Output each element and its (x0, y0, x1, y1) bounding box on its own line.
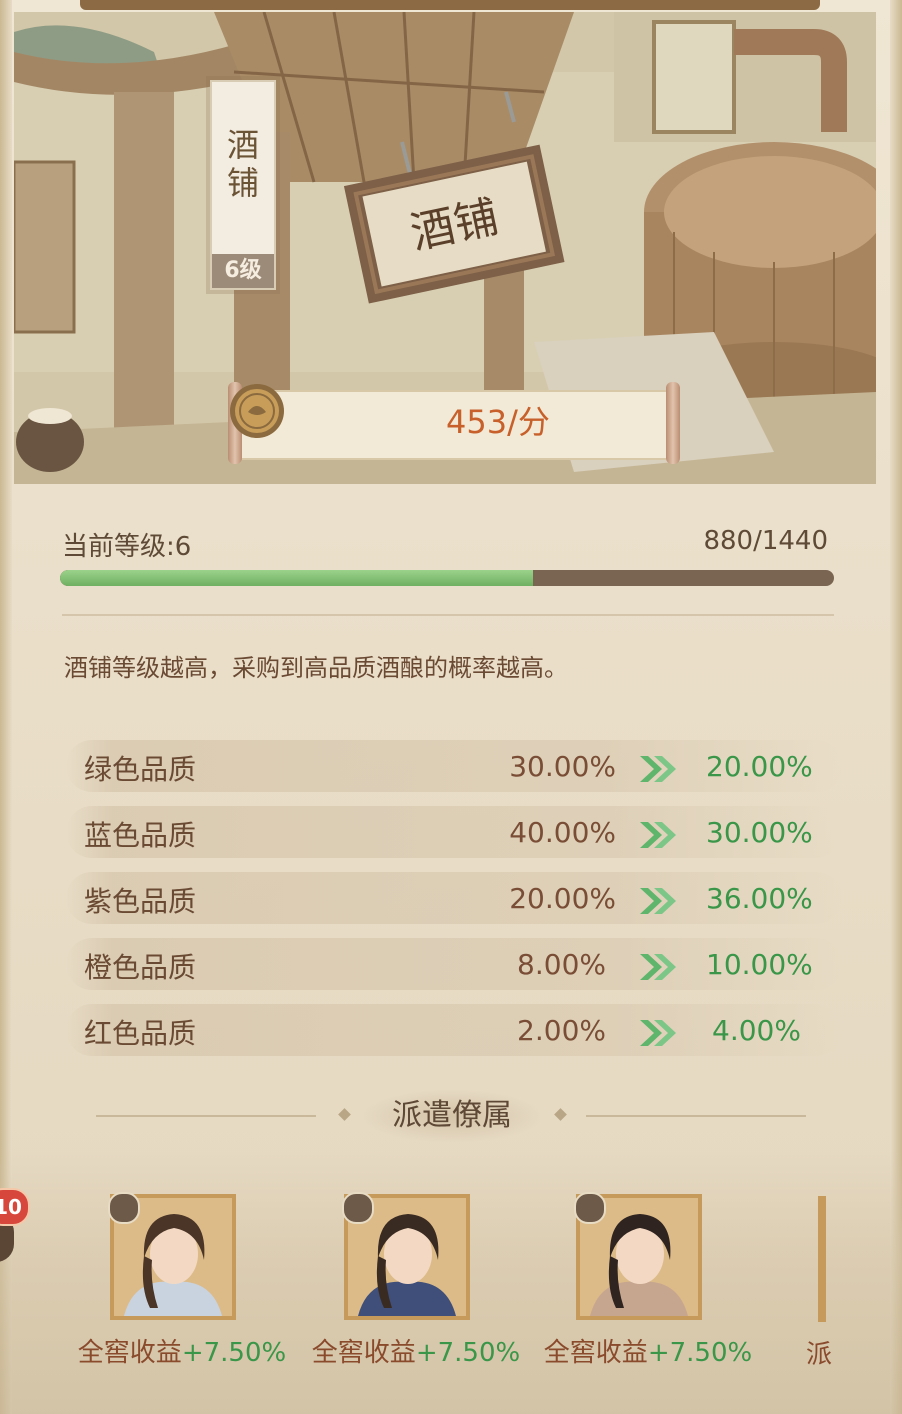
quality-next-rate: 10.00% (706, 948, 813, 981)
double-chevron-right-icon (640, 756, 676, 782)
quality-current-rate: 40.00% (509, 816, 616, 849)
bonus-label: 全窖收益 (543, 1338, 648, 1368)
quality-next-rate: 4.00% (712, 1014, 801, 1047)
building-level-label: 6级 (212, 254, 274, 288)
header-diamond-right (554, 1108, 567, 1121)
retainer-slot: 全窖收益+7.50% (296, 1192, 536, 1374)
quality-name: 蓝色品质 (84, 819, 197, 852)
retainer-slot: 全窖收益+7.50% (62, 1192, 302, 1374)
quality-name: 绿色品质 (84, 753, 197, 786)
retainer-bonus-partial: 派 (806, 1340, 833, 1370)
lion-icon (574, 1192, 606, 1224)
notification-badge: 10 (0, 1188, 30, 1226)
income-rate-scroll: 453/分 (228, 382, 680, 464)
bonus-value: +7.50% (181, 1338, 287, 1368)
retainer-slot: 全窖收益+7.50% (528, 1192, 768, 1374)
quality-current-rate: 2.00% (517, 1014, 606, 1047)
building-illustration: 酒铺 酒铺 6级 453/分 (14, 12, 876, 484)
quality-name: 橙色品质 (84, 951, 197, 984)
header-diamond-left (338, 1108, 351, 1121)
quality-next-rate: 30.00% (706, 816, 813, 849)
header-line-left (96, 1115, 316, 1117)
retainer-bonus: 全窖收益+7.50% (62, 1332, 302, 1369)
retainer-bonus: 全窖收益+7.50% (296, 1332, 536, 1369)
quality-row: 蓝色品质 40.00% 30.00% (66, 806, 842, 858)
scroll-rod-right (666, 382, 680, 464)
quality-current-rate: 8.00% (517, 948, 606, 981)
double-chevron-right-icon (640, 888, 676, 914)
section-divider (62, 614, 834, 616)
fan-icon (108, 1192, 140, 1224)
retainer-portrait-partial[interactable] (818, 1196, 826, 1322)
header-line-right (586, 1115, 806, 1117)
exp-progress-bar (60, 570, 834, 586)
double-chevron-right-icon (640, 822, 676, 848)
quality-row: 橙色品质 8.00% 10.00% (66, 938, 842, 990)
retainer-bonus: 全窖收益+7.50% (528, 1332, 768, 1369)
double-chevron-right-icon (640, 1020, 676, 1046)
bonus-value: +7.50% (647, 1338, 753, 1368)
quality-next-rate: 36.00% (706, 882, 813, 915)
bonus-label: 全窖收益 (311, 1338, 416, 1368)
quality-next-rate: 20.00% (706, 750, 813, 783)
exp-progress-fill (60, 570, 533, 586)
coin-icon (230, 384, 284, 438)
lion-icon (342, 1192, 374, 1224)
dispatch-title: 派遣僚属 (364, 1090, 540, 1142)
quality-row: 红色品质 2.00% 4.00% (66, 1004, 842, 1056)
quality-current-rate: 30.00% (509, 750, 616, 783)
quality-row: 绿色品质 30.00% 20.00% (66, 740, 842, 792)
bonus-label: 全窖收益 (77, 1338, 182, 1368)
income-rate-text: 453/分 (446, 403, 550, 441)
double-chevron-right-icon (640, 954, 676, 980)
bonus-value: +7.50% (415, 1338, 521, 1368)
quality-name: 红色品质 (84, 1017, 197, 1050)
building-level-tag: 酒铺 6级 (210, 80, 276, 290)
panel-title-bar (80, 0, 820, 10)
quality-row: 紫色品质 20.00% 36.00% (66, 872, 842, 924)
exp-value: 880/1440 (703, 526, 828, 556)
quality-current-rate: 20.00% (509, 882, 616, 915)
building-description: 酒铺等级越高，采购到高品质酒酿的概率越高。 (64, 654, 568, 682)
dispatch-header: 派遣僚属 (96, 1090, 806, 1142)
current-level-label: 当前等级:6 (62, 532, 192, 562)
building-name: 酒铺 (226, 126, 259, 202)
building-upgrade-panel: 酒铺 酒铺 6级 453/分 当前等级:6 880/1440 酒铺等级越高，采购… (0, 0, 902, 1414)
quality-name: 紫色品质 (84, 885, 197, 918)
